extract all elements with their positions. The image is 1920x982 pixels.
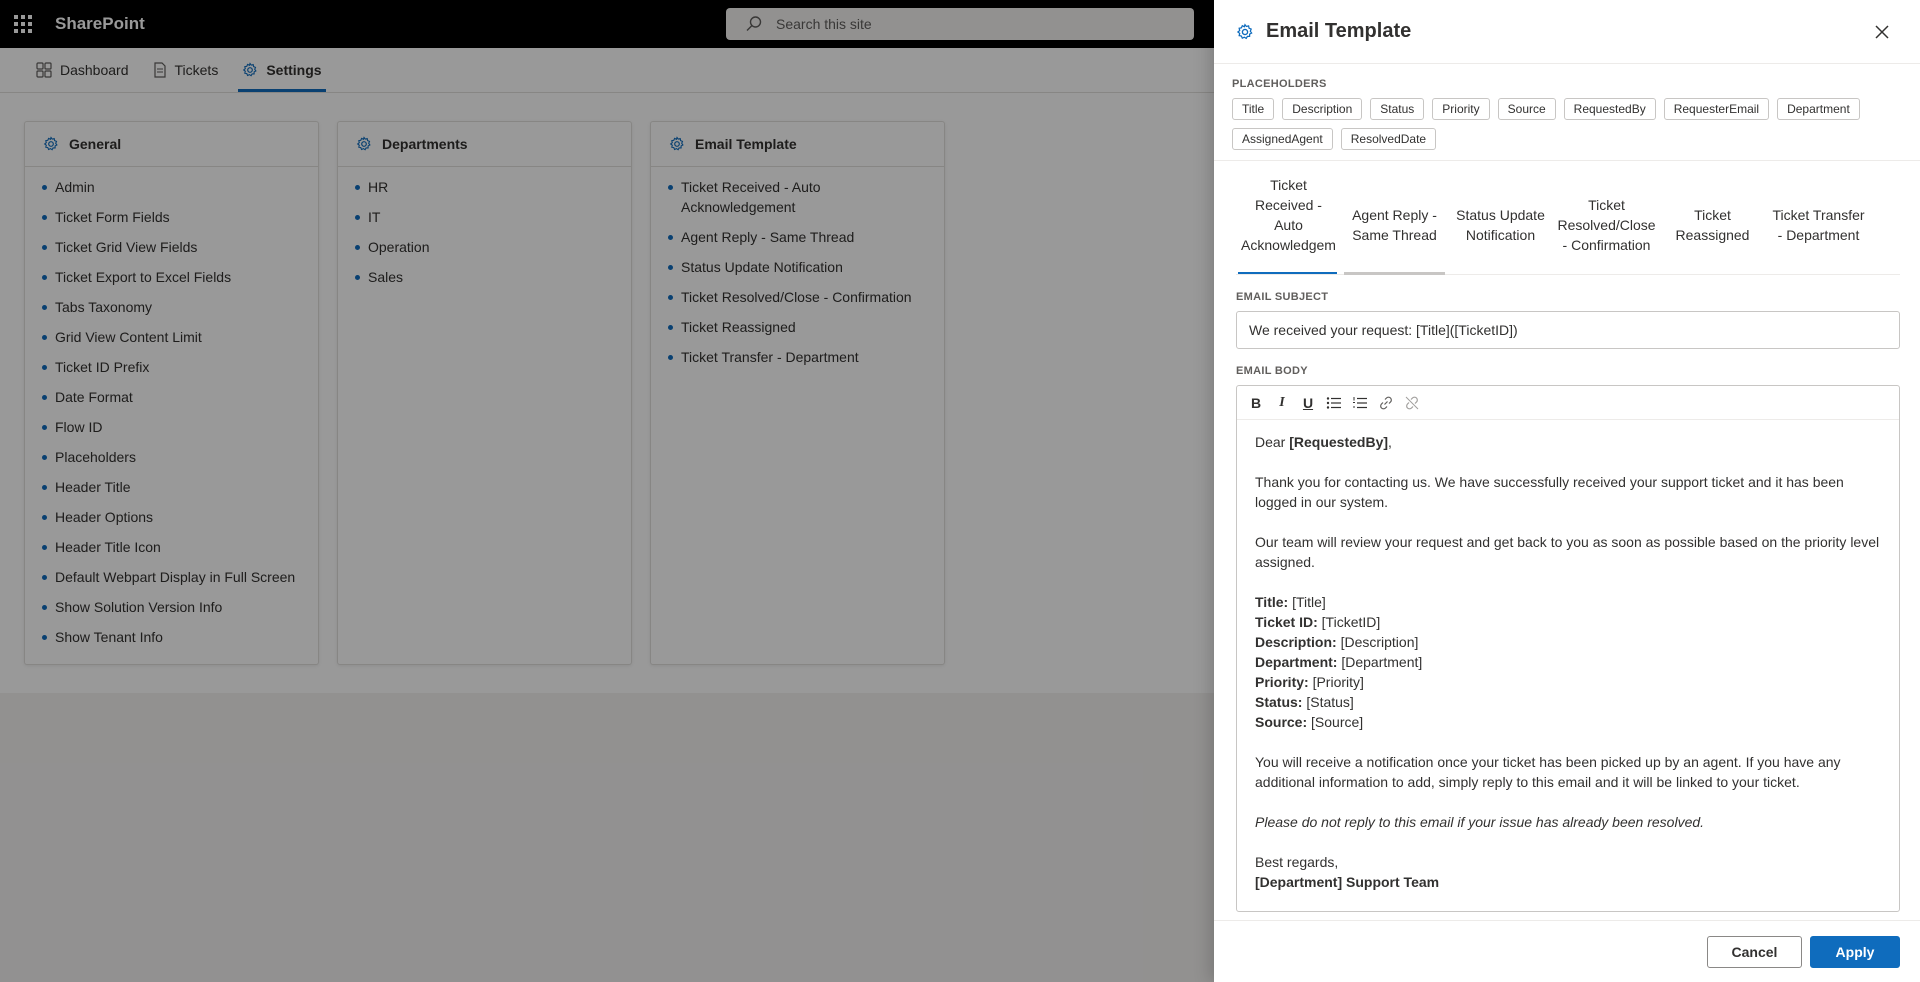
- tab-ticket-reassigned[interactable]: Ticket Reassigned: [1660, 175, 1765, 274]
- modal-overlay[interactable]: [0, 0, 1214, 982]
- placeholder-chip[interactable]: Source: [1497, 98, 1556, 120]
- field-line: Department: [Department]: [1255, 654, 1423, 670]
- placeholder-chip[interactable]: Priority: [1432, 98, 1490, 120]
- field-line: Source: [Source]: [1255, 714, 1364, 730]
- tab-status-update[interactable]: Status Update Notification: [1448, 175, 1553, 274]
- body-label: EMAIL BODY: [1236, 365, 1308, 377]
- ticket-fields: Title: [Title] Ticket ID: [TicketID] Des…: [1255, 592, 1881, 732]
- numbered-list-icon: [1353, 396, 1367, 408]
- field-line: Priority: [Priority]: [1255, 674, 1364, 690]
- apply-button[interactable]: Apply: [1810, 935, 1900, 968]
- body-paragraph: Thank you for contacting us. We have suc…: [1255, 474, 1844, 510]
- underline-button[interactable]: U: [1297, 392, 1319, 414]
- panel-footer: Cancel Apply: [1214, 920, 1920, 982]
- placeholder-chip[interactable]: Description: [1282, 98, 1363, 120]
- subject-block: EMAIL SUBJECT: [1236, 291, 1900, 349]
- tab-ticket-transfer[interactable]: Ticket Transfer - Department: [1766, 175, 1871, 274]
- gear-icon: [1236, 22, 1253, 39]
- unlink-icon: [1405, 396, 1419, 409]
- email-template-panel: Email Template PLACEHOLDERS Title Descri…: [1214, 0, 1920, 982]
- placeholder-chip[interactable]: RequesterEmail: [1663, 98, 1770, 120]
- placeholders-section: PLACEHOLDERS Title Description Status Pr…: [1214, 64, 1920, 161]
- placeholder-chips: Title Description Status Priority Source…: [1232, 98, 1912, 150]
- body-block: EMAIL BODY B I U Dear [RequestedBy], Tha…: [1236, 365, 1900, 912]
- placeholder-chip[interactable]: AssignedAgent: [1232, 128, 1333, 150]
- unlink-button[interactable]: [1401, 392, 1423, 414]
- placeholder-chip[interactable]: ResolvedDate: [1340, 128, 1437, 150]
- template-tabs: Ticket Received - Auto Acknowledgem Agen…: [1236, 175, 1900, 275]
- tab-ticket-resolved[interactable]: Ticket Resolved/Close - Confirmation: [1554, 175, 1659, 274]
- placeholders-label: PLACEHOLDERS: [1232, 78, 1327, 90]
- placeholder-chip[interactable]: Title: [1232, 98, 1275, 120]
- bold-button[interactable]: B: [1245, 392, 1267, 414]
- placeholder-chip[interactable]: RequestedBy: [1563, 98, 1656, 120]
- field-line: Description: [Description]: [1255, 634, 1419, 650]
- close-icon[interactable]: [1872, 22, 1892, 42]
- subject-label: EMAIL SUBJECT: [1236, 291, 1329, 303]
- bulleted-list-icon: [1326, 396, 1341, 409]
- editor-content[interactable]: Dear [RequestedBy], Thank you for contac…: [1237, 420, 1899, 904]
- panel-title: Email Template: [1266, 20, 1412, 42]
- placeholder-token: [RequestedBy]: [1289, 434, 1389, 450]
- field-line: Ticket ID: [TicketID]: [1255, 614, 1381, 630]
- email-subject-input[interactable]: [1236, 311, 1900, 349]
- tab-ticket-received[interactable]: Ticket Received - Auto Acknowledgem: [1236, 175, 1341, 274]
- placeholder-chip[interactable]: Status: [1370, 98, 1425, 120]
- bulleted-list-button[interactable]: [1323, 392, 1345, 414]
- body-paragraph: You will receive a notification once you…: [1255, 754, 1841, 790]
- body-paragraph: Our team will review your request and ge…: [1255, 534, 1880, 570]
- italic-button[interactable]: I: [1271, 392, 1293, 414]
- panel-header: Email Template: [1214, 0, 1920, 64]
- email-body-editor[interactable]: B I U Dear [RequestedBy], Thank you for …: [1236, 385, 1900, 912]
- tab-agent-reply[interactable]: Agent Reply - Same Thread: [1342, 175, 1447, 275]
- closing-line: Best regards,: [1255, 854, 1339, 870]
- field-line: Status: [Status]: [1255, 694, 1354, 710]
- greeting-line: Dear [RequestedBy],: [1255, 434, 1392, 450]
- signature-line: [Department] Support Team: [1255, 874, 1440, 890]
- link-button[interactable]: [1375, 392, 1397, 414]
- link-icon: [1380, 396, 1392, 409]
- cancel-button[interactable]: Cancel: [1707, 935, 1802, 968]
- numbered-list-button[interactable]: [1349, 392, 1371, 414]
- placeholder-chip[interactable]: Department: [1777, 98, 1860, 120]
- note-line: Please do not reply to this email if you…: [1255, 814, 1705, 830]
- field-line: Title: [Title]: [1255, 594, 1326, 610]
- editor-toolbar: B I U: [1237, 386, 1899, 420]
